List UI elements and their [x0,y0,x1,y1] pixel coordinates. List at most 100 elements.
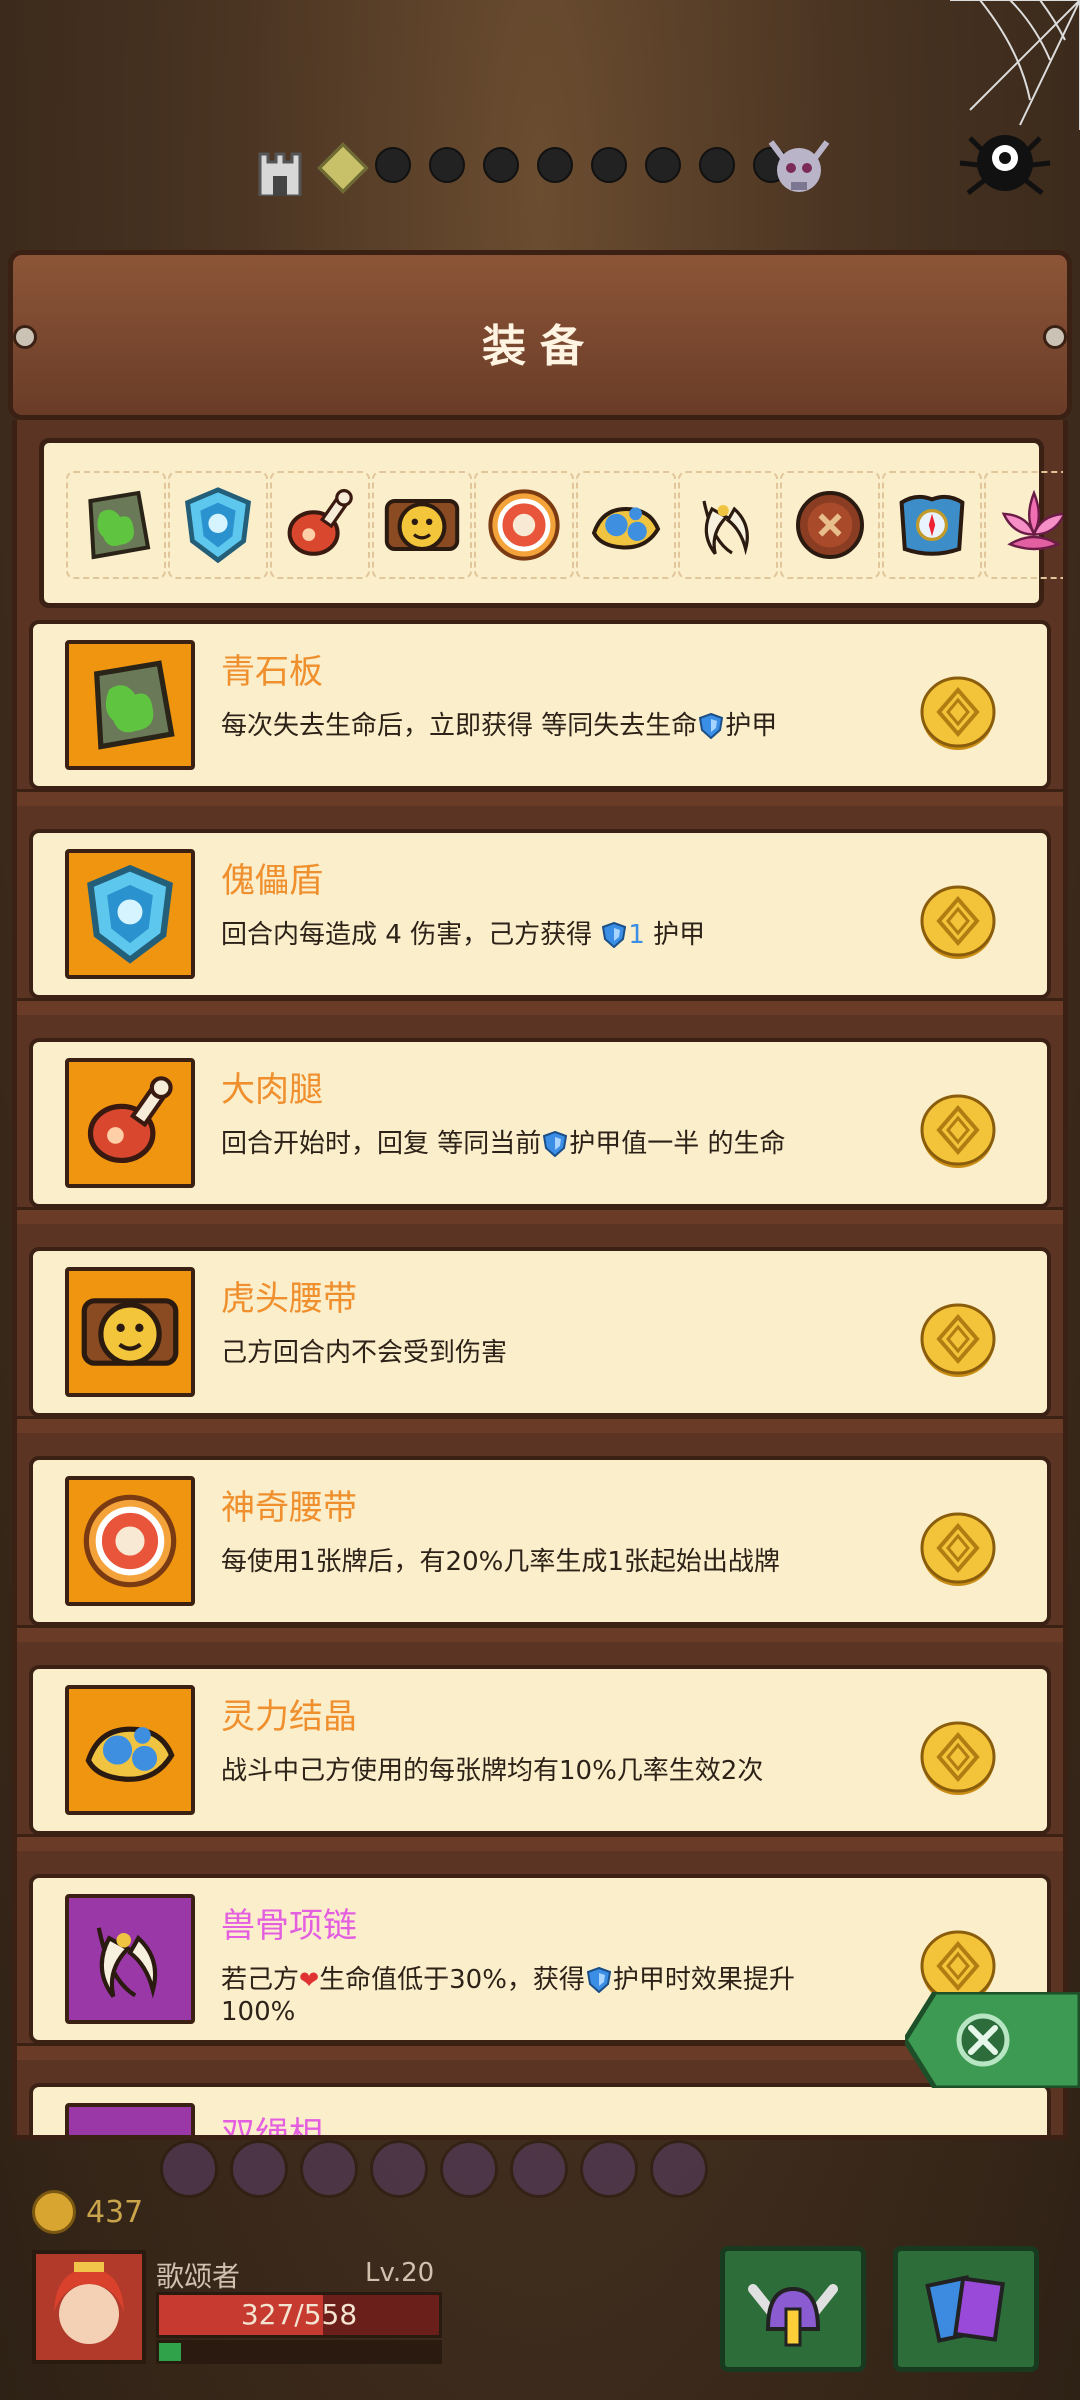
gold-coin-icon [920,1721,996,1795]
description-text: 1 [628,920,645,950]
card-shelf-edge [17,1834,1063,1851]
equipment-name: 虎头腰带 [221,1279,357,1319]
gold-coin-icon [920,1094,996,1168]
equipment-description: 回合内每造成 4 伤害，己方获得 1 护甲 [221,919,841,951]
equipment-slot[interactable] [576,471,676,579]
equipment-slot[interactable] [882,471,982,579]
description-text: 战斗中己方使用的每张牌均有10%几率生效2次 [221,1756,764,1786]
equipment-slot[interactable] [66,471,166,579]
equipment-card[interactable]: 青石板每次失去生命后，立即获得 等同失去生命 护甲 [17,620,1063,806]
equipment-slot[interactable] [270,471,370,579]
equipment-slot[interactable] [372,471,472,579]
stone-slab-icon [88,490,151,560]
magic-belt-icon [83,1494,177,1588]
tiger-belt-icon [384,499,460,551]
equipment-description: 回合开始时，回复 等同当前 护甲值一半 的生命 [221,1128,841,1160]
equipment-name: 双绳相 [221,2115,323,2140]
card-shelf-edge [17,1625,1063,1642]
bone-necklace-icon [702,500,749,556]
xp-fill [159,2343,182,2361]
player-bar: 437 歌颂者 Lv.20 327/558 [0,2140,1080,2400]
equipment-name: 青石板 [221,652,323,692]
equipment-button[interactable] [720,2246,866,2372]
stage-dot [429,147,465,183]
cards-icon [925,2275,1005,2343]
magic-belt-icon [488,489,560,561]
stage-dot [483,147,519,183]
puppet-shield-icon [87,864,173,964]
heart-icon: ❤ [299,1966,320,1994]
spider-settings-icon[interactable] [950,118,1060,208]
equipment-panel: 青石板 每次失去生命后，立即获得 等同失去生命 护甲 傀儡盾 回合内每造成 4 伤害，己… [12,420,1068,2140]
hp-text: 327/558 [240,2298,358,2331]
equipment-card[interactable]: 虎头腰带己方回合内不会受到伤害 [17,1247,1063,1433]
lotus-icon [1001,489,1063,551]
description-text: 护甲 [725,711,778,741]
equipment-card[interactable]: 双绳相 [29,2083,1051,2140]
compass-armor-icon [899,494,965,556]
card-shelf-edge [17,1207,1063,1224]
equipment-card[interactable]: 兽骨项链若己方❤生命值低于30%，获得 护甲时效果提升100% [17,1874,1063,2060]
description-text: 每次失去生命后，立即获得 等同失去生命 [221,711,698,741]
equipment-thumbnail [65,2103,195,2135]
gold-amount: 437 [86,2194,144,2230]
equipment-slot[interactable] [474,471,574,579]
equipment-description: 每次失去生命后，立即获得 等同失去生命 护甲 [221,710,841,742]
castle-icon [258,152,302,196]
stage-dot [699,147,735,183]
equipment-name: 傀儡盾 [221,861,323,901]
armor-shield-icon [602,922,627,948]
deck-preview [160,2140,720,2220]
stone-slab-icon [93,660,175,750]
close-button[interactable] [905,1992,1080,2088]
card-shelf-edge [17,998,1063,1015]
description-text: 若己方 [221,1965,300,1995]
gold-coin-icon [920,1303,996,1377]
gold-coin-icon [920,1512,996,1586]
stage-dot [375,147,411,183]
bone-necklace-icon [96,1927,158,1999]
equipment-card[interactable]: 神奇腰带每使用1张牌后，有20%几率生成1张起始出战牌 [17,1456,1063,1642]
equipment-name: 大肉腿 [221,1070,323,1110]
equipment-description: 己方回合内不会受到伤害 [221,1337,841,1369]
armor-shield-icon [586,1967,611,1993]
description-text: 护甲 [644,920,706,950]
description-text: 回合内每造成 4 伤害，己方获得 [221,920,601,950]
equipment-slot[interactable] [780,471,880,579]
stage-dot [645,147,681,183]
cards-button[interactable] [893,2246,1039,2372]
equipment-name: 灵力结晶 [221,1697,357,1737]
equipment-icon-strip [39,438,1063,608]
drumstick-icon [287,489,353,556]
spirit-crystal-icon [85,1726,175,1782]
button-icon [796,491,864,559]
equipment-name: 兽骨项链 [221,1906,357,1946]
equipment-description: 若己方❤生命值低于30%，获得 护甲时效果提升100% [221,1964,841,2028]
equipment-slot[interactable] [168,471,268,579]
tiger-belt-icon [81,1298,179,1366]
armor-shield-icon [699,713,724,739]
stage-progress [0,130,1080,210]
equipment-thumbnail [65,640,195,770]
gold-coin-icon [920,885,996,959]
description-text: 己方回合内不会受到伤害 [221,1338,508,1368]
equipment-slot[interactable] [984,471,1063,579]
equipment-card[interactable]: 大肉腿回合开始时，回复 等同当前 护甲值一半 的生命 [17,1038,1063,1224]
current-stage-marker [317,142,369,194]
card-shelf-edge [17,1416,1063,1433]
stage-dot [591,147,627,183]
equipment-description: 每使用1张牌后，有20%几率生成1张起始出战牌 [221,1546,841,1578]
equipment-slot[interactable] [678,471,778,579]
player-avatar[interactable] [32,2250,146,2364]
equipment-thumbnail [65,1476,195,1606]
description-text: 每使用1张牌后，有20%几率生成1张起始出战牌 [221,1547,780,1577]
stage-dot [537,147,573,183]
gold-coin-icon [920,676,996,750]
xp-bar [156,2340,442,2364]
equipment-card[interactable]: 灵力结晶战斗中己方使用的每张牌均有10%几率生效2次 [17,1665,1063,1851]
gold-coin-icon [32,2190,76,2234]
equipment-name: 神奇腰带 [221,1488,357,1528]
card-shelf-edge [17,789,1063,806]
armor-shield-icon [543,1131,568,1157]
equipment-card[interactable]: 傀儡盾回合内每造成 4 伤害，己方获得 1 护甲 [17,829,1063,1015]
